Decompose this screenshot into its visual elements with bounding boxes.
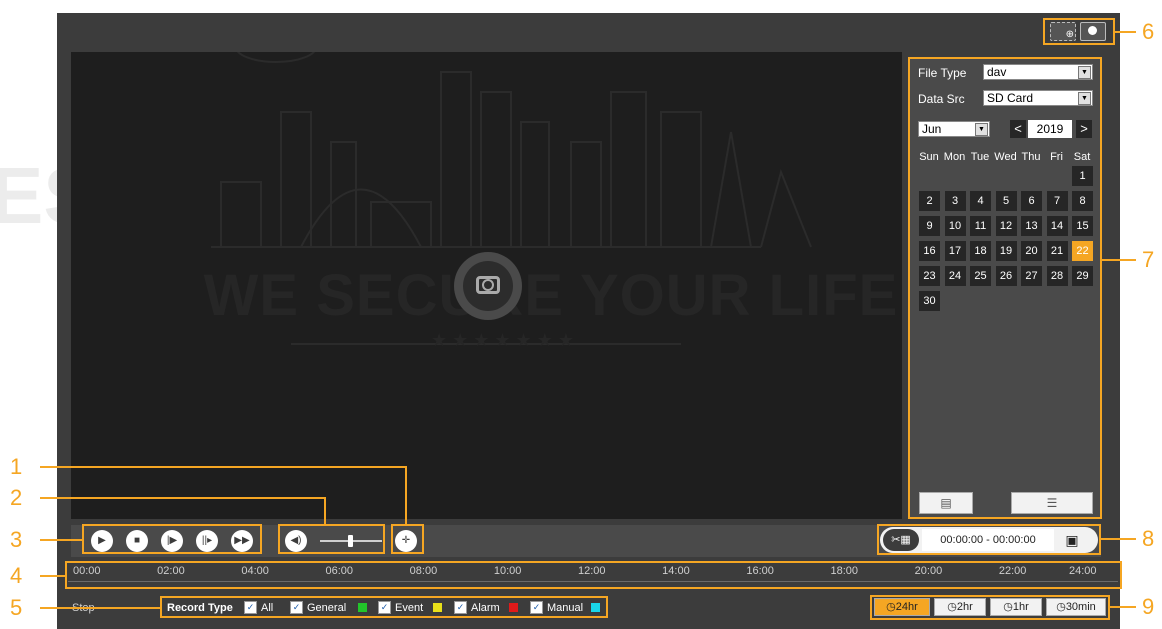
callout-8: 8 (1142, 526, 1155, 551)
callout-box-7 (908, 57, 1102, 519)
callout-2: 2 (10, 485, 23, 510)
video-view[interactable]: WE SECURE YOUR LIFE ★ ★ ★ ★ ★ ★ ★ (71, 52, 902, 519)
callout-box-9 (870, 595, 1110, 620)
callout-line-1-down (405, 466, 407, 526)
callout-1: 1 (10, 454, 23, 479)
callout-4: 4 (10, 563, 23, 588)
callout-line-6 (1113, 31, 1136, 33)
callout-box-5 (160, 596, 608, 618)
callout-box-4 (65, 561, 1122, 589)
callout-5: 5 (10, 595, 23, 620)
callout-9: 9 (1142, 594, 1155, 619)
callout-box-2 (278, 524, 385, 554)
callout-box-6 (1043, 18, 1115, 45)
callout-3: 3 (10, 527, 23, 552)
video-watermark-stars: ★ ★ ★ ★ ★ ★ ★ (431, 330, 574, 350)
callout-line-4 (40, 575, 67, 577)
callout-line-5 (40, 607, 162, 609)
video-watermark-text: WE SECURE YOUR LIFE (203, 263, 899, 328)
callout-line-2 (40, 497, 326, 499)
callout-7: 7 (1142, 247, 1155, 272)
callout-box-3 (82, 524, 262, 554)
callout-line-8 (1099, 538, 1136, 540)
callout-line-9 (1108, 606, 1136, 608)
callout-box-1 (391, 524, 424, 554)
callout-line-7 (1100, 259, 1136, 261)
callout-line-3 (40, 539, 84, 541)
callout-6: 6 (1142, 19, 1155, 44)
callout-line-2-down (324, 497, 326, 526)
callout-line-1 (40, 466, 407, 468)
camera-placeholder-icon (454, 252, 522, 320)
callout-box-8 (877, 524, 1101, 555)
